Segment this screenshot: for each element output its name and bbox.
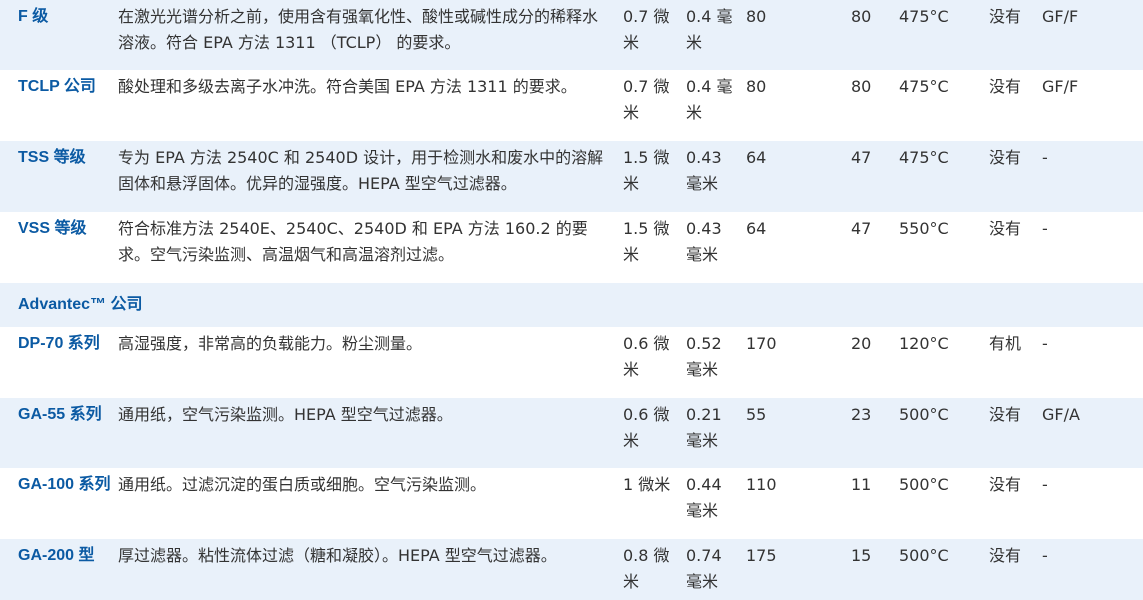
- retention-value: 1 微米: [619, 468, 682, 539]
- product-name: DP-70 系列: [0, 327, 114, 398]
- product-description: 酸处理和多级去离子水冲洗。符合美国 EPA 方法 1311 的要求。: [114, 70, 619, 141]
- product-name: F 级: [0, 0, 114, 70]
- product-name: GA-200 型: [0, 539, 114, 600]
- group-header-row: Advantec™ 公司: [0, 283, 1143, 327]
- column-4-value: 80: [847, 0, 895, 70]
- retention-value: 0.7 微米: [619, 70, 682, 141]
- product-description: 符合标准方法 2540E、2540C、2540D 和 EPA 方法 160.2 …: [114, 212, 619, 283]
- column-4-value: 15: [847, 539, 895, 600]
- column-3-value: 110: [742, 468, 847, 539]
- max-temperature-value: 500°C: [895, 398, 985, 468]
- column-3-value: 64: [742, 141, 847, 212]
- retention-value: 0.6 微米: [619, 398, 682, 468]
- max-temperature-value: 120°C: [895, 327, 985, 398]
- product-name: GA-55 系列: [0, 398, 114, 468]
- binder-value: 没有: [985, 70, 1038, 141]
- thickness-value: 0.44 毫米: [682, 468, 742, 539]
- column-4-value: 11: [847, 468, 895, 539]
- product-name: VSS 等级: [0, 212, 114, 283]
- equivalent-grade-value: -: [1038, 539, 1143, 600]
- column-4-value: 23: [847, 398, 895, 468]
- column-4-value: 20: [847, 327, 895, 398]
- retention-value: 0.7 微米: [619, 0, 682, 70]
- column-4-value: 47: [847, 212, 895, 283]
- equivalent-grade-value: -: [1038, 327, 1143, 398]
- binder-value: 有机: [985, 327, 1038, 398]
- retention-value: 0.8 微米: [619, 539, 682, 600]
- product-name: GA-100 系列: [0, 468, 114, 539]
- max-temperature-value: 550°C: [895, 212, 985, 283]
- product-description: 高湿强度，非常高的负载能力。粉尘测量。: [114, 327, 619, 398]
- table-row: TSS 等级 专为 EPA 方法 2540C 和 2540D 设计，用于检测水和废…: [0, 141, 1143, 212]
- column-3-value: 55: [742, 398, 847, 468]
- table-body: F 级在激光光谱分析之前，使用含有强氧化性、酸性或碱性成分的稀释水溶液。符合 E…: [0, 0, 1143, 600]
- retention-value: 0.6 微米: [619, 327, 682, 398]
- column-3-value: 175: [742, 539, 847, 600]
- table-row: GA-55 系列 通用纸，空气污染监测。HEPA 型空气过滤器。 0.6 微米 0.2…: [0, 398, 1143, 468]
- binder-value: 没有: [985, 398, 1038, 468]
- thickness-value: 0.74 毫米: [682, 539, 742, 600]
- thickness-value: 0.21 毫米: [682, 398, 742, 468]
- column-3-value: 170: [742, 327, 847, 398]
- binder-value: 没有: [985, 212, 1038, 283]
- table-row: DP-70 系列 高湿强度，非常高的负载能力。粉尘测量。 0.6 微米 0.52 毫米…: [0, 327, 1143, 398]
- equivalent-grade-value: -: [1038, 141, 1143, 212]
- equivalent-grade-value: -: [1038, 468, 1143, 539]
- binder-value: 没有: [985, 0, 1038, 70]
- product-description: 专为 EPA 方法 2540C 和 2540D 设计，用于检测水和废水中的溶解固…: [114, 141, 619, 212]
- product-description: 通用纸，空气污染监测。HEPA 型空气过滤器。: [114, 398, 619, 468]
- max-temperature-value: 475°C: [895, 0, 985, 70]
- column-3-value: 80: [742, 0, 847, 70]
- thickness-value: 0.52 毫米: [682, 327, 742, 398]
- product-description: 通用纸。过滤沉淀的蛋白质或细胞。空气污染监测。: [114, 468, 619, 539]
- table-row: F 级在激光光谱分析之前，使用含有强氧化性、酸性或碱性成分的稀释水溶液。符合 E…: [0, 0, 1143, 70]
- group-header-label: Advantec™ 公司: [0, 283, 1143, 327]
- max-temperature-value: 475°C: [895, 141, 985, 212]
- max-temperature-value: 475°C: [895, 70, 985, 141]
- thickness-value: 0.43 毫米: [682, 212, 742, 283]
- equivalent-grade-value: -: [1038, 212, 1143, 283]
- binder-value: 没有: [985, 141, 1038, 212]
- table-row: GA-100 系列 通用纸。过滤沉淀的蛋白质或细胞。空气污染监测。 1 微米 0.44…: [0, 468, 1143, 539]
- max-temperature-value: 500°C: [895, 539, 985, 600]
- column-3-value: 80: [742, 70, 847, 141]
- equivalent-grade-value: GF/F: [1038, 70, 1143, 141]
- product-name: TCLP 公司: [0, 70, 114, 141]
- thickness-value: 0.4 毫米: [682, 0, 742, 70]
- max-temperature-value: 500°C: [895, 468, 985, 539]
- thickness-value: 0.4 毫米: [682, 70, 742, 141]
- column-4-value: 80: [847, 70, 895, 141]
- table-row: TCLP 公司 酸处理和多级去离子水冲洗。符合美国 EPA 方法 1311 的要求…: [0, 70, 1143, 141]
- retention-value: 1.5 微米: [619, 212, 682, 283]
- filter-spec-table: F 级在激光光谱分析之前，使用含有强氧化性、酸性或碱性成分的稀释水溶液。符合 E…: [0, 0, 1143, 600]
- equivalent-grade-value: GF/F: [1038, 0, 1143, 70]
- binder-value: 没有: [985, 539, 1038, 600]
- product-description: 厚过滤器。粘性流体过滤（糖和凝胶）。HEPA 型空气过滤器。: [114, 539, 619, 600]
- equivalent-grade-value: GF/A: [1038, 398, 1143, 468]
- product-name: TSS 等级: [0, 141, 114, 212]
- binder-value: 没有: [985, 468, 1038, 539]
- retention-value: 1.5 微米: [619, 141, 682, 212]
- column-3-value: 64: [742, 212, 847, 283]
- table-row: GA-200 型厚过滤器。粘性流体过滤（糖和凝胶）。HEPA 型空气过滤器。 0.…: [0, 539, 1143, 600]
- column-4-value: 47: [847, 141, 895, 212]
- product-description: 在激光光谱分析之前，使用含有强氧化性、酸性或碱性成分的稀释水溶液。符合 EPA …: [114, 0, 619, 70]
- table-row: VSS 等级 符合标准方法 2540E、2540C、2540D 和 EPA 方法 …: [0, 212, 1143, 283]
- thickness-value: 0.43 毫米: [682, 141, 742, 212]
